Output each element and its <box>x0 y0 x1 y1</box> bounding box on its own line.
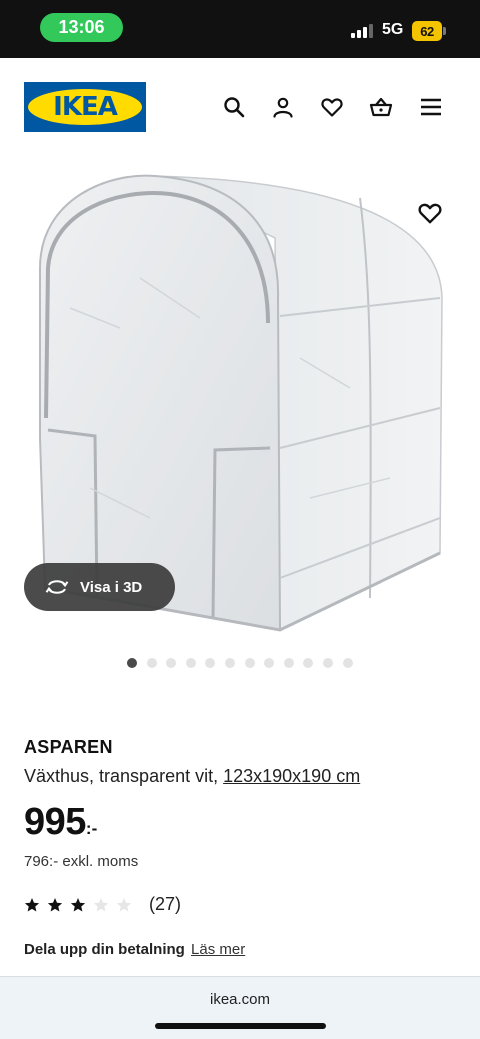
battery-level: 62 <box>412 21 442 41</box>
home-indicator[interactable] <box>155 1023 326 1029</box>
network-label: 5G <box>382 21 404 38</box>
gallery-dot[interactable] <box>323 658 333 668</box>
product-name: ASPAREN <box>24 737 113 757</box>
gallery-dot[interactable] <box>342 658 353 668</box>
battery-icon: 62 <box>412 21 446 41</box>
url-text[interactable]: ikea.com <box>0 991 480 1008</box>
gallery-dot[interactable] <box>264 658 275 668</box>
product-gallery[interactable]: Visa i 3D <box>0 158 480 648</box>
star-filled-icon <box>24 897 40 912</box>
gallery-dot[interactable] <box>146 658 157 668</box>
site-header: IKEA <box>0 58 480 158</box>
browser-address-bar[interactable]: ikea.com <box>0 976 480 1039</box>
gallery-dot[interactable] <box>205 658 216 668</box>
clock: 13:06 <box>40 13 123 42</box>
favorites-icon[interactable] <box>320 95 344 119</box>
star-empty-icon <box>116 897 132 912</box>
cart-icon[interactable] <box>369 95 393 119</box>
price-suffix: :- <box>85 819 98 838</box>
gallery-dot[interactable] <box>166 658 177 668</box>
view-in-3d-button[interactable]: Visa i 3D <box>24 563 175 611</box>
signal-icon <box>351 24 373 38</box>
gallery-dot[interactable] <box>303 658 314 668</box>
payment-info: Dela upp din betalning Läs mer <box>24 941 245 958</box>
product-size-link[interactable]: 123x190x190 cm <box>223 766 360 786</box>
gallery-pagination <box>0 658 480 670</box>
gallery-dot[interactable] <box>244 658 255 668</box>
add-to-favorites-icon[interactable] <box>417 200 443 226</box>
product-price: 995 :- <box>24 800 97 844</box>
product-rating[interactable]: (27) <box>24 894 181 915</box>
rotate-3d-icon <box>45 580 69 594</box>
status-bar: 13:06 5G 62 <box>0 0 480 58</box>
read-more-link[interactable]: Läs mer <box>191 941 245 958</box>
menu-icon[interactable] <box>419 95 443 119</box>
review-count[interactable]: (27) <box>149 894 181 915</box>
ikea-logo[interactable]: IKEA <box>24 82 146 132</box>
gallery-dot[interactable] <box>283 658 294 668</box>
gallery-dot[interactable] <box>185 658 196 668</box>
account-icon[interactable] <box>271 95 295 119</box>
product-description: Växthus, transparent vit, 123x190x190 cm <box>24 766 360 787</box>
price-value: 995 <box>24 801 86 843</box>
rating-stars <box>24 897 139 913</box>
payment-title: Dela upp din betalning <box>24 941 185 958</box>
star-empty-icon <box>93 897 109 912</box>
view-in-3d-label: Visa i 3D <box>80 578 143 596</box>
product-type: Växthus, transparent vit, <box>24 766 224 786</box>
gallery-dot[interactable] <box>225 658 235 668</box>
logo-text: IKEA <box>53 92 118 122</box>
star-filled-icon <box>47 897 63 912</box>
gallery-dot[interactable] <box>127 658 137 668</box>
star-filled-icon <box>70 897 86 912</box>
search-icon[interactable] <box>222 95 246 119</box>
price-excluding-vat: 796:- exkl. moms <box>24 853 139 870</box>
